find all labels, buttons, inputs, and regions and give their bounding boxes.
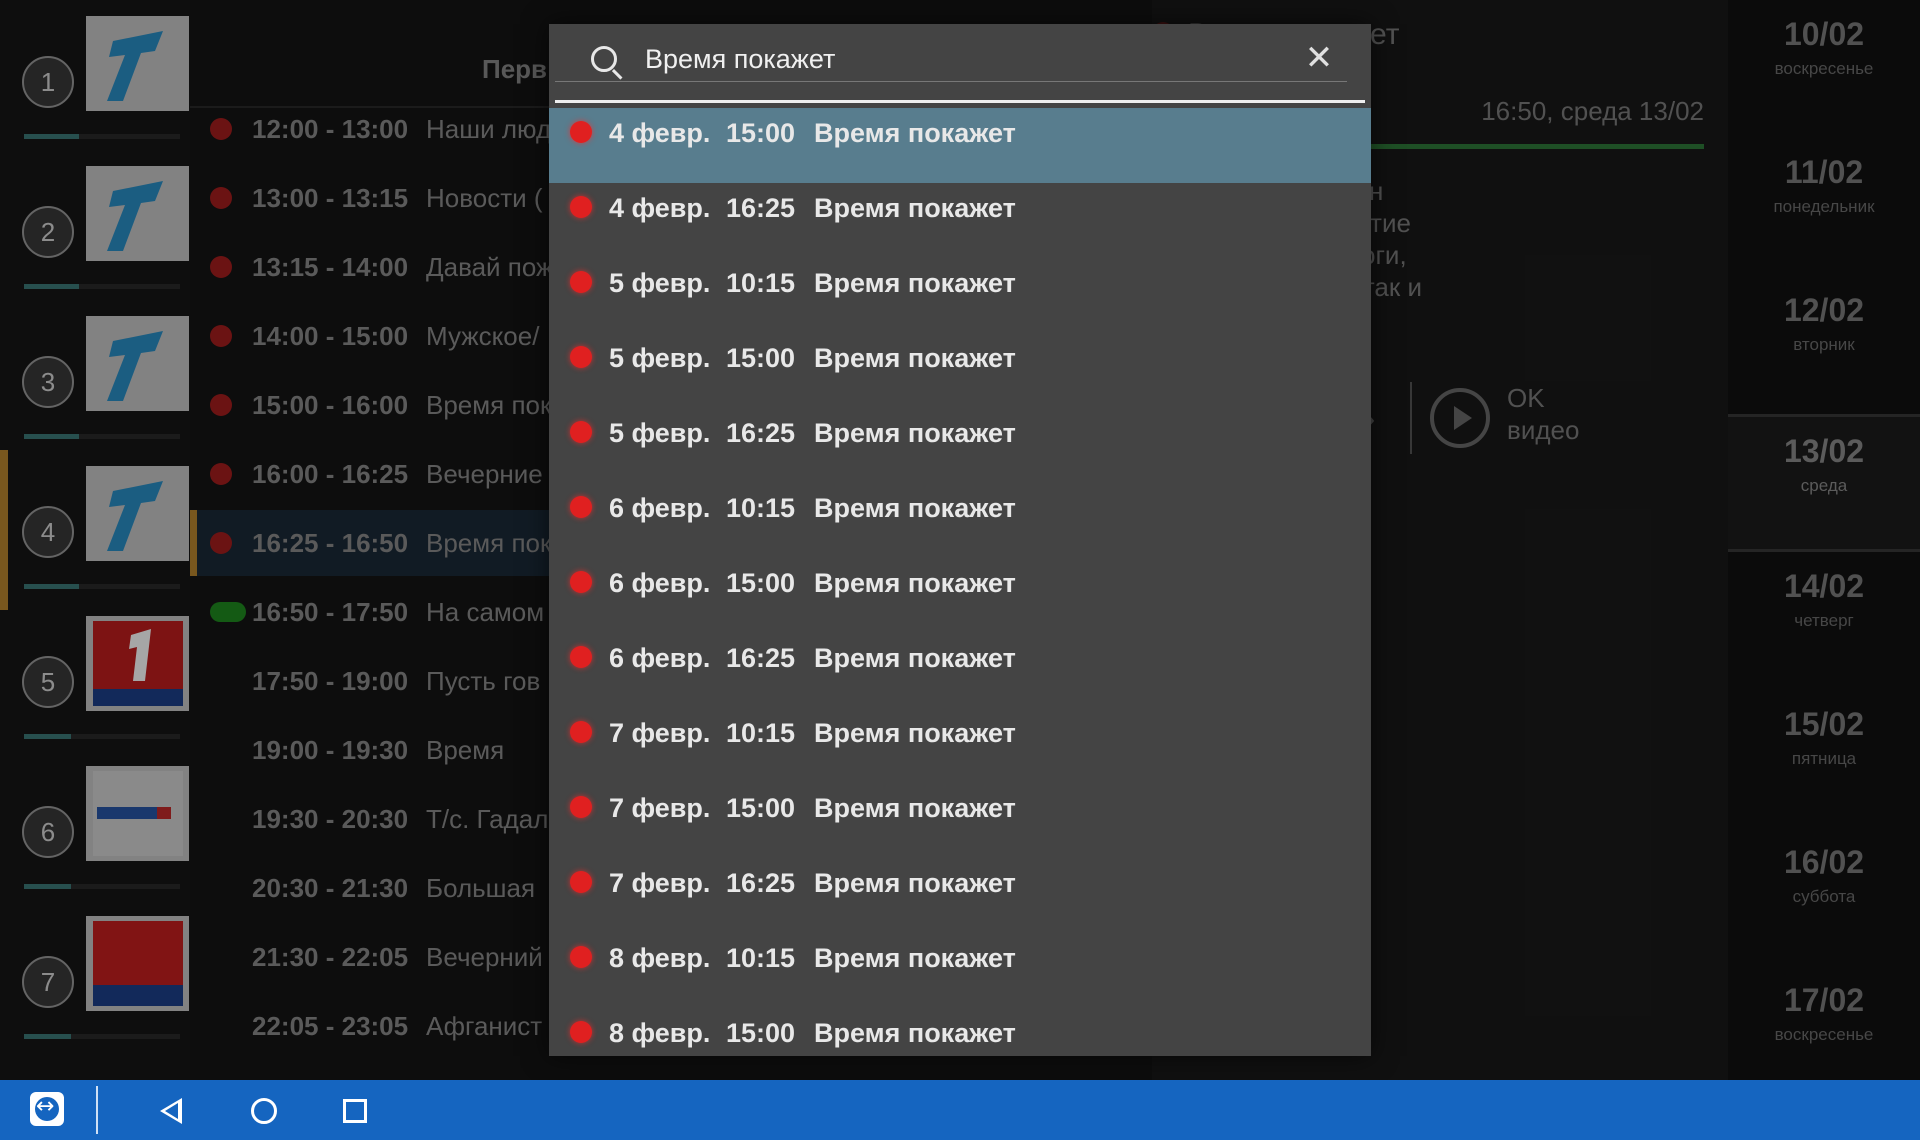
record-dot-icon	[570, 646, 592, 668]
result-time: 16:25	[726, 643, 796, 673]
result-date: 6 февр.	[609, 493, 711, 523]
result-time: 10:15	[726, 493, 796, 523]
result-date: 4 февр.	[609, 118, 711, 148]
search-result-row[interactable]: 7 февр. 15:00 Время покажет	[549, 783, 1371, 858]
result-time: 16:25	[726, 193, 796, 223]
search-result-row[interactable]: 7 февр. 16:25 Время покажет	[549, 858, 1371, 933]
search-input-underline	[555, 81, 1347, 82]
search-result-row[interactable]: 7 февр. 10:15 Время покажет	[549, 708, 1371, 783]
search-result-row[interactable]: 5 февр. 10:15 Время покажет	[549, 258, 1371, 333]
record-dot-icon	[570, 796, 592, 818]
search-result-row[interactable]: 4 февр. 15:00 Время покажет	[549, 108, 1371, 183]
record-dot-icon	[570, 571, 592, 593]
record-dot-icon	[570, 496, 592, 518]
result-time: 15:00	[726, 1018, 796, 1048]
record-dot-icon	[570, 1021, 592, 1043]
result-date: 6 февр.	[609, 643, 711, 673]
record-dot-icon	[570, 346, 592, 368]
search-result-row[interactable]: 6 февр. 10:15 Время покажет	[549, 483, 1371, 558]
result-title: Время покажет	[814, 343, 1016, 373]
result-date: 5 февр.	[609, 418, 711, 448]
record-dot-icon	[570, 721, 592, 743]
result-date: 7 февр.	[609, 793, 711, 823]
record-dot-icon	[570, 196, 592, 218]
result-title: Время покажет	[814, 868, 1016, 898]
result-time: 16:25	[726, 868, 796, 898]
close-icon[interactable]: ✕	[1299, 38, 1339, 78]
result-title: Время покажет	[814, 793, 1016, 823]
result-title: Время покажет	[814, 643, 1016, 673]
result-date: 7 февр.	[609, 868, 711, 898]
navbar-divider	[96, 1086, 98, 1134]
search-bar-underline	[555, 100, 1365, 103]
result-date: 7 февр.	[609, 718, 711, 748]
record-dot-icon	[570, 421, 592, 443]
search-result-row[interactable]: 4 февр. 16:25 Время покажет	[549, 183, 1371, 258]
result-time: 10:15	[726, 718, 796, 748]
result-time: 16:25	[726, 418, 796, 448]
home-icon[interactable]	[251, 1098, 277, 1124]
record-dot-icon	[570, 946, 592, 968]
result-time: 15:00	[726, 568, 796, 598]
result-title: Время покажет	[814, 193, 1016, 223]
result-title: Время покажет	[814, 118, 1016, 148]
result-date: 5 февр.	[609, 268, 711, 298]
result-time: 15:00	[726, 793, 796, 823]
record-dot-icon	[570, 121, 592, 143]
search-icon	[591, 46, 617, 72]
search-dialog: Время покажет ✕ 4 февр. 15:00 Время покаже…	[549, 24, 1371, 1056]
result-title: Время покажет	[814, 718, 1016, 748]
result-time: 15:00	[726, 343, 796, 373]
record-dot-icon	[570, 271, 592, 293]
search-input[interactable]: Время покажет	[645, 44, 835, 75]
recents-icon[interactable]	[343, 1099, 367, 1123]
search-result-row[interactable]: 6 февр. 16:25 Время покажет	[549, 633, 1371, 708]
result-date: 4 февр.	[609, 193, 711, 223]
result-title: Время покажет	[814, 943, 1016, 973]
result-date: 5 февр.	[609, 343, 711, 373]
search-result-row[interactable]: 5 февр. 15:00 Время покажет	[549, 333, 1371, 408]
result-title: Время покажет	[814, 493, 1016, 523]
result-title: Время покажет	[814, 268, 1016, 298]
result-title: Время покажет	[814, 418, 1016, 448]
record-dot-icon	[570, 871, 592, 893]
search-bar: Время покажет ✕	[549, 24, 1371, 104]
search-result-row[interactable]: 8 февр. 10:15 Время покажет	[549, 933, 1371, 1008]
result-title: Время покажет	[814, 1018, 1016, 1048]
search-result-row[interactable]: 6 февр. 15:00 Время покажет	[549, 558, 1371, 633]
system-navigation-bar	[0, 1080, 1920, 1140]
back-icon[interactable]	[160, 1098, 182, 1124]
teamviewer-icon[interactable]	[30, 1092, 64, 1126]
result-time: 15:00	[726, 118, 796, 148]
search-result-row[interactable]: 8 февр. 15:00 Время покажет	[549, 1008, 1371, 1056]
result-date: 8 февр.	[609, 943, 711, 973]
search-result-row[interactable]: 5 февр. 16:25 Время покажет	[549, 408, 1371, 483]
result-title: Время покажет	[814, 568, 1016, 598]
result-time: 10:15	[726, 943, 796, 973]
result-time: 10:15	[726, 268, 796, 298]
result-date: 6 февр.	[609, 568, 711, 598]
result-date: 8 февр.	[609, 1018, 711, 1048]
